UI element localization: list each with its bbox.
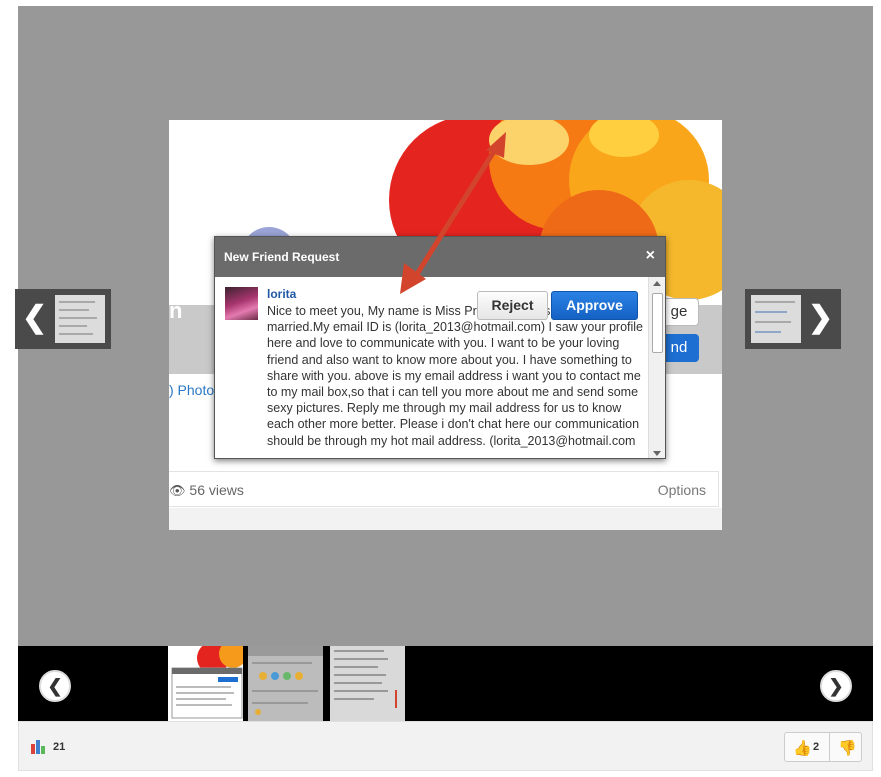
dialog-body: lorita Nice to meet you, My name is Miss… <box>215 277 649 458</box>
eye-icon: 👁 <box>169 483 186 498</box>
thumbs-up-icon: 👍 <box>793 740 812 757</box>
close-icon[interactable]: × <box>646 247 655 265</box>
scroll-down-arrow-icon[interactable] <box>653 451 661 456</box>
dialog-scrollbar[interactable] <box>648 277 665 458</box>
vote-controls: 👍 2 👎 <box>784 732 862 762</box>
filmstrip-thumbnail-3[interactable] <box>330 646 405 721</box>
views-count: 👁 56 views <box>169 482 244 499</box>
thumbnail-art <box>171 646 243 719</box>
filmstrip-prev-button[interactable]: ❮ <box>39 670 71 702</box>
filmstrip-thumbnail-1[interactable] <box>168 646 243 721</box>
options-link: Options <box>657 482 706 498</box>
photo-footer <box>169 508 722 530</box>
next-photo-thumbnail <box>751 295 801 343</box>
like-count: 2 <box>813 741 820 753</box>
previous-photo-button[interactable]: ❮ <box>15 289 111 349</box>
sender-name-link[interactable]: lorita <box>267 287 296 301</box>
chevron-left-icon: ❮ <box>22 301 48 334</box>
stats-bar: 👁 56 views Options <box>169 471 719 507</box>
filmstrip-thumbnail-2[interactable] <box>248 646 323 721</box>
friend-request-dialog: New Friend Request × lorita Nice to meet… <box>214 236 666 459</box>
thumbnail-art <box>248 646 323 715</box>
profile-name-fragment: n <box>169 298 183 323</box>
chevron-left-icon: ❮ <box>47 676 63 696</box>
reject-button[interactable]: Reject <box>477 291 548 320</box>
filmstrip: ❮ ❯ <box>18 646 873 721</box>
views-text: 56 views <box>189 482 244 498</box>
photo-viewer-page: n ge nd ) Photos 👁 56 views Options New … <box>0 0 881 777</box>
scroll-up-arrow-icon[interactable] <box>653 281 661 286</box>
dialog-header: New Friend Request × <box>215 237 665 277</box>
next-photo-button[interactable]: ❯ <box>745 289 841 349</box>
chevron-right-icon: ❯ <box>808 301 834 334</box>
dislike-button[interactable]: 👎 <box>831 733 862 761</box>
chevron-right-icon: ❯ <box>828 676 844 696</box>
thumbnail-art <box>334 650 397 708</box>
poll-count: 21 <box>53 741 66 753</box>
filmstrip-next-button[interactable]: ❯ <box>820 670 852 702</box>
action-bar: 21 👍 2 👎 <box>18 721 873 771</box>
approve-button[interactable]: Approve <box>551 291 638 320</box>
thumbs-down-icon: 👎 <box>838 740 857 757</box>
scroll-thumb[interactable] <box>652 293 663 353</box>
request-message: Nice to meet you, My name is Miss Prince… <box>267 304 644 448</box>
avatar[interactable] <box>225 287 258 320</box>
dialog-title: New Friend Request <box>224 250 340 264</box>
poll-icon[interactable] <box>31 740 47 754</box>
previous-photo-thumbnail <box>55 295 105 343</box>
like-button[interactable]: 👍 2 <box>785 733 830 761</box>
